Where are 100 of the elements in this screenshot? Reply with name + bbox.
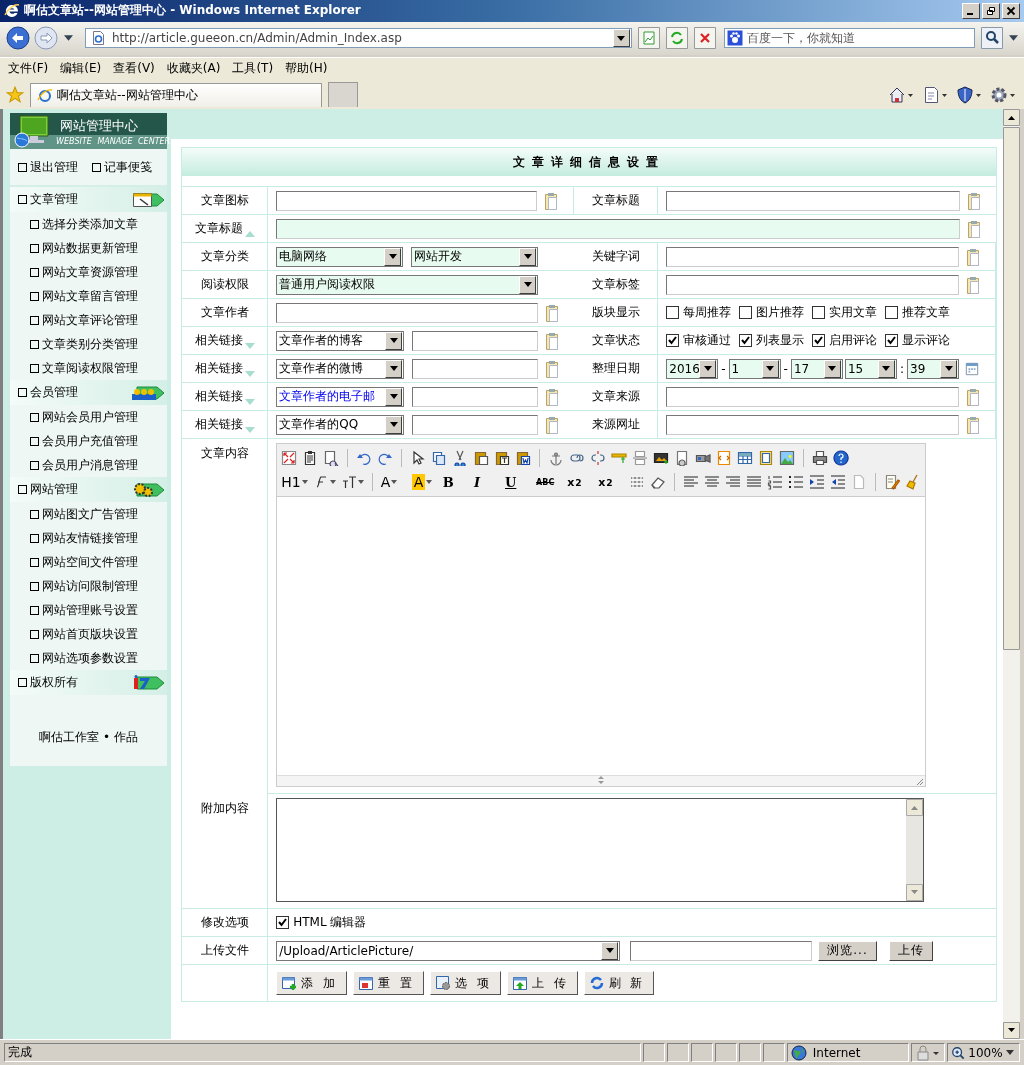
checkbox[interactable] [276, 916, 290, 930]
action-button[interactable]: 刷 新 [583, 971, 655, 996]
checkbox[interactable] [666, 334, 680, 348]
sidebar-item[interactable]: 网站首页版块设置 [10, 622, 168, 647]
paste-icon[interactable] [544, 331, 561, 350]
checkbox[interactable] [666, 306, 680, 320]
sidebar-item[interactable]: 网站空间文件管理 [10, 550, 168, 575]
minimize-button[interactable] [962, 2, 980, 19]
text-input[interactable] [412, 386, 539, 407]
sidebar-item[interactable]: 网站会员用户管理 [10, 405, 168, 430]
menu-item[interactable]: 文件(F) [4, 58, 53, 80]
paste-icon[interactable] [544, 415, 561, 434]
sidebar-item[interactable]: 文章类别分类管理 [10, 332, 168, 357]
sidebar-item[interactable]: 网站数据更新管理 [10, 236, 168, 261]
resize-corner-icon[interactable] [915, 777, 925, 787]
toolbar-dropdown[interactable]: H1 [281, 474, 308, 491]
menu-item[interactable]: 编辑(E) [56, 58, 106, 80]
new-tab-button[interactable] [328, 82, 358, 108]
paste-icon[interactable] [966, 191, 982, 210]
menu-item[interactable]: 工具(T) [228, 58, 278, 80]
paste-icon[interactable] [965, 275, 981, 294]
dropdown[interactable]: 2016 [666, 358, 719, 379]
paste-icon[interactable] [544, 387, 561, 406]
search-field[interactable]: 百度一下，你就知道 [723, 28, 975, 49]
favorites-star-icon[interactable] [6, 85, 24, 104]
checkbox[interactable] [885, 334, 899, 348]
search-icon[interactable] [981, 27, 1003, 50]
paste-icon[interactable] [544, 303, 561, 322]
sidebar-section-header[interactable]: 文章管理 [10, 187, 168, 213]
sidebar-item[interactable]: 网站选项参数设置 [10, 646, 168, 671]
sidebar-link[interactable]: 退出管理 [18, 158, 78, 176]
dropdown[interactable]: 15 [844, 358, 897, 379]
format-button[interactable]: I [473, 474, 500, 490]
sidebar-item[interactable]: 网站文章评论管理 [10, 308, 168, 333]
dropdown[interactable]: 网站开发 [411, 246, 539, 267]
text-input[interactable] [276, 190, 538, 211]
menu-item[interactable]: 收藏夹(A) [162, 58, 225, 80]
dropdown[interactable]: 普通用户阅读权限 [276, 274, 539, 295]
paste-icon[interactable] [543, 191, 560, 210]
checkbox[interactable] [885, 306, 899, 320]
text-input[interactable] [412, 414, 539, 435]
dropdown[interactable]: 文章作者的微博 [276, 358, 405, 379]
paste-icon[interactable] [965, 415, 981, 434]
sidebar-section-header[interactable]: 网站管理 [10, 477, 168, 503]
paste-icon[interactable] [544, 359, 561, 378]
sidebar-item[interactable]: 选择分类添加文章 [10, 212, 168, 237]
sidebar-item[interactable]: 网站文章留言管理 [10, 284, 168, 309]
menu-item[interactable]: 查看(V) [109, 58, 159, 80]
text-input[interactable] [666, 190, 960, 211]
sidebar-item[interactable]: 会员用户消息管理 [10, 453, 168, 478]
close-button[interactable] [1002, 2, 1020, 19]
checkbox[interactable] [812, 306, 826, 320]
action-button[interactable]: 选 项 [429, 971, 501, 996]
paste-icon[interactable] [966, 219, 982, 238]
sidebar-link[interactable]: 记事便笺 [92, 158, 152, 176]
sidebar-item[interactable]: 网站图文广告管理 [10, 502, 168, 527]
dropdown[interactable]: 17 [790, 358, 843, 379]
page-menu-icon[interactable] [922, 85, 948, 104]
stop-icon[interactable] [693, 27, 716, 50]
paste-icon[interactable] [965, 387, 981, 406]
shield-icon[interactable] [956, 85, 982, 104]
compatibility-view-icon[interactable] [637, 27, 660, 50]
dropdown[interactable]: 39 [907, 358, 959, 379]
file-input[interactable] [630, 940, 813, 961]
text-area[interactable] [276, 798, 925, 903]
checkbox[interactable] [739, 306, 753, 320]
dropdown[interactable]: 1 [728, 358, 781, 379]
text-input[interactable] [666, 414, 959, 435]
caret-icon[interactable] [357, 480, 364, 485]
browser-tab[interactable]: 啊估文章站--网站管理中心 [30, 82, 322, 107]
sidebar-item[interactable]: 网站文章资源管理 [10, 260, 168, 285]
sidebar-section-header[interactable]: 会员管理 [10, 380, 168, 406]
address-field[interactable]: http://article.gueeon.cn/Admin/Admin_Index.asp [85, 28, 632, 49]
text-input[interactable] [276, 302, 539, 323]
checkbox[interactable] [739, 334, 753, 348]
sidebar-item[interactable]: 网站友情链接管理 [10, 526, 168, 551]
dropdown[interactable]: /Upload/ArticlePicture/ [276, 940, 621, 961]
text-input[interactable] [276, 218, 960, 239]
sidebar-section-header[interactable]: 版权所有 [10, 670, 168, 696]
text-input[interactable] [666, 274, 959, 295]
sidebar-item[interactable]: 网站访问限制管理 [10, 574, 168, 599]
text-input[interactable] [412, 358, 539, 379]
refresh-icon[interactable] [665, 27, 688, 50]
format-button[interactable]: ABC [536, 477, 563, 487]
format-button[interactable]: U [505, 474, 532, 490]
text-input[interactable] [412, 330, 539, 351]
dropdown[interactable]: 电脑网络 [276, 246, 404, 267]
settings-icon[interactable] [990, 85, 1016, 104]
checkbox[interactable] [812, 334, 826, 348]
scrollbar[interactable] [1003, 109, 1020, 1040]
history-caret-icon[interactable] [64, 35, 73, 42]
text-input[interactable] [666, 386, 959, 407]
zoom-level[interactable]: 100% [947, 1043, 1020, 1063]
format-button[interactable]: B [442, 474, 469, 490]
action-button[interactable]: 上 传 [506, 971, 578, 996]
dropdown[interactable]: 文章作者的QQ [276, 414, 405, 435]
search-caret-icon[interactable] [1009, 35, 1018, 42]
action-button[interactable]: 添 加 [276, 971, 348, 996]
menu-item[interactable]: 帮助(H) [281, 58, 332, 80]
toolbar-dropdown[interactable]: A [380, 474, 407, 491]
